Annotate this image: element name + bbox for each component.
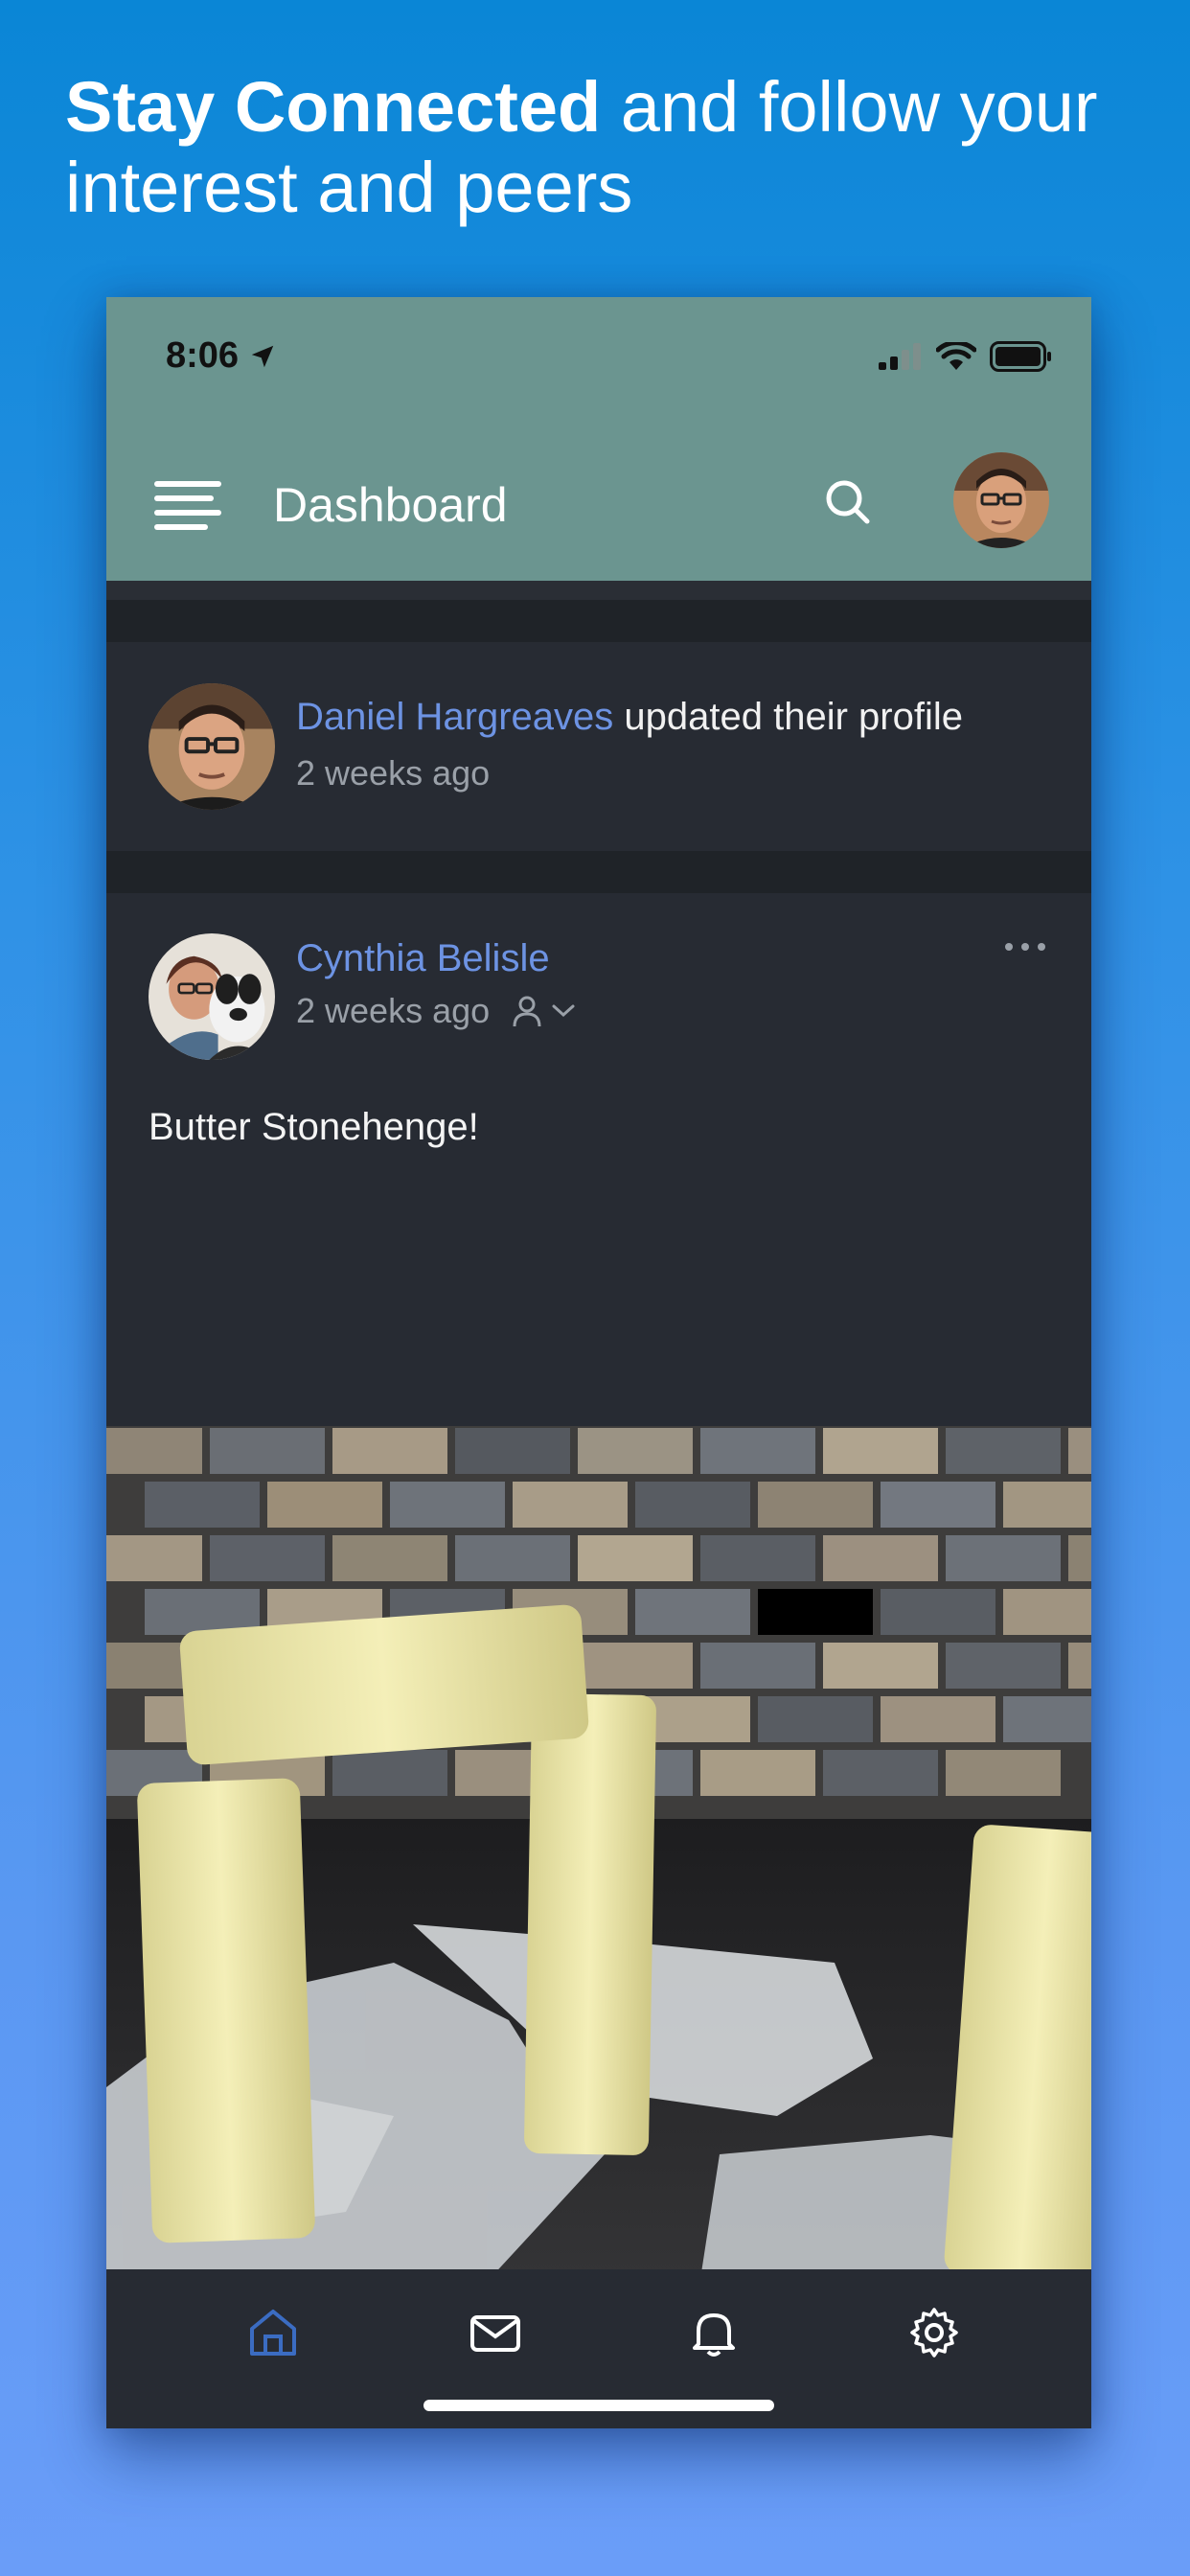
post-image[interactable] xyxy=(106,1426,1091,2279)
feed-spacer-top xyxy=(106,581,1091,600)
author-avatar-image xyxy=(149,683,275,810)
activity-card: Daniel Hargreaves updated their profile … xyxy=(106,642,1091,851)
home-icon[interactable] xyxy=(246,2306,300,2359)
feed-divider xyxy=(106,851,1091,893)
more-options-icon[interactable] xyxy=(1001,937,1049,956)
post-timestamp: 2 weeks ago xyxy=(296,991,491,1030)
location-arrow-icon xyxy=(251,345,274,367)
gear-icon[interactable] xyxy=(907,2306,961,2359)
author-name-link[interactable]: Cynthia Belisle xyxy=(296,937,550,979)
battery-icon xyxy=(990,341,1051,372)
menu-icon[interactable] xyxy=(154,479,223,531)
promo-headline-bold: Stay Connected xyxy=(65,67,602,147)
home-indicator xyxy=(423,2400,774,2411)
author-avatar[interactable] xyxy=(149,933,275,1060)
status-time: 8:06 xyxy=(166,335,277,377)
page-title: Dashboard xyxy=(273,478,508,532)
tab-bar xyxy=(106,2269,1091,2428)
user-avatar[interactable] xyxy=(953,452,1049,548)
search-icon[interactable] xyxy=(823,477,873,527)
chevron-down-icon xyxy=(552,1004,575,1018)
status-indicators xyxy=(879,341,1053,372)
status-time-label: 8:06 xyxy=(166,335,240,376)
user-avatar-image xyxy=(953,452,1049,548)
activity-headline: Daniel Hargreaves updated their profile xyxy=(296,696,963,739)
post-meta: 2 weeks ago xyxy=(296,991,576,1031)
status-bar: 8:06 xyxy=(106,297,1091,422)
author-name-link[interactable]: Daniel Hargreaves xyxy=(296,696,613,738)
activity-meta: 2 weeks ago xyxy=(296,753,490,794)
feed-divider xyxy=(106,600,1091,642)
app-bar: Dashboard xyxy=(106,422,1091,581)
activity-action: updated their profile xyxy=(613,696,963,738)
phone-screen: 8:06 Dashboard Daniel Hargreaves updated… xyxy=(106,297,1091,2428)
wifi-icon xyxy=(936,342,976,370)
author-avatar[interactable] xyxy=(149,683,275,810)
cellular-signal-icon xyxy=(879,343,921,370)
person-icon xyxy=(513,996,541,1027)
activity-timestamp: 2 weeks ago xyxy=(296,753,491,793)
privacy-selector[interactable] xyxy=(511,994,576,1028)
bell-icon[interactable] xyxy=(687,2306,741,2359)
author-avatar-image xyxy=(149,933,275,1060)
post-author-line: Cynthia Belisle xyxy=(296,937,550,980)
butter-stonehenge-photo xyxy=(106,1426,1091,2279)
post-text: Butter Stonehenge! xyxy=(149,1106,479,1148)
promo-headline: Stay Connected and follow your interest … xyxy=(65,67,1138,228)
mail-icon[interactable] xyxy=(469,2306,522,2359)
